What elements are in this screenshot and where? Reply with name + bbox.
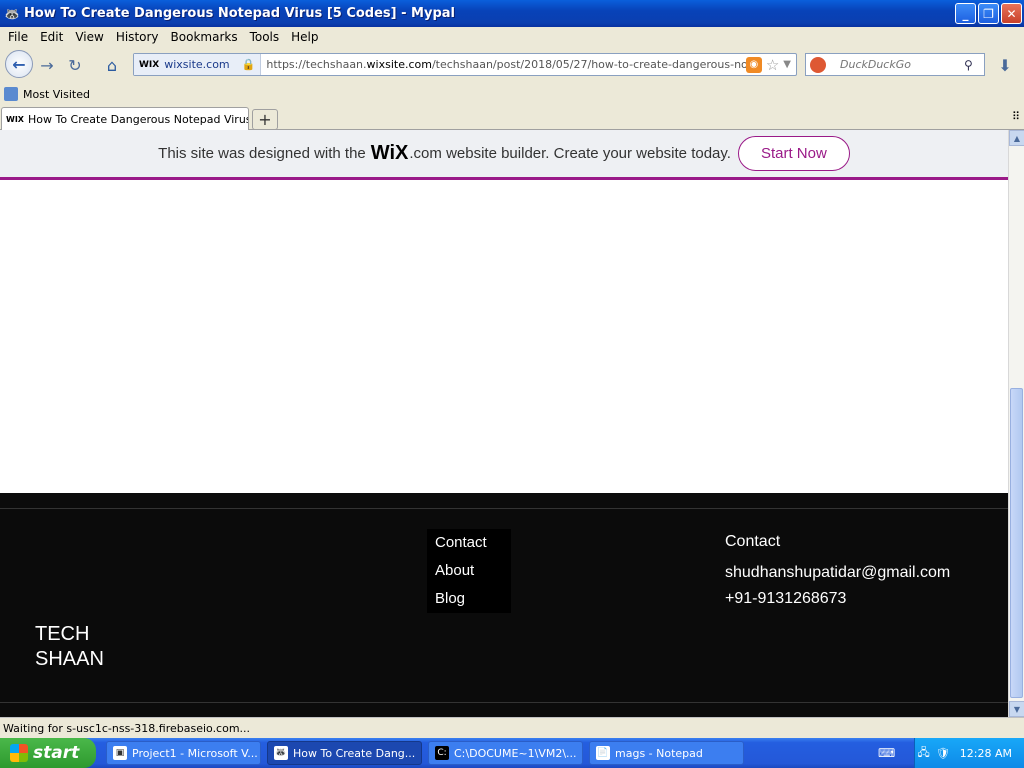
site-footer: Contact About Blog Contact shudhanshupat… — [0, 493, 1008, 717]
wix-banner-text-after: .com website builder. Create your websit… — [409, 145, 731, 162]
search-input[interactable] — [840, 58, 960, 71]
taskbar-item-label: How To Create Dang... — [293, 746, 416, 760]
menu-edit[interactable]: Edit — [40, 30, 63, 44]
rss-feed-icon[interactable]: ◉ — [745, 56, 762, 73]
wix-site-logo: WIX — [139, 59, 160, 70]
most-visited-bookmark[interactable]: Most Visited — [23, 88, 90, 101]
scroll-up-icon[interactable]: ▲ — [1009, 130, 1024, 146]
footer-nav: Contact About Blog — [427, 529, 511, 613]
vb-project-icon: ▣ — [113, 746, 127, 760]
url-dropdown-icon[interactable]: ▼ — [783, 59, 791, 70]
reload-icon[interactable]: ↻ — [62, 52, 88, 78]
footer-phone: +91-9131268673 — [725, 590, 847, 607]
menu-help[interactable]: Help — [291, 30, 318, 44]
status-text: Waiting for s-usc1c-nss-318.firebaseio.c… — [3, 721, 251, 735]
taskbar-item-cmd[interactable]: C: C:\DOCUME~1\VM2\... — [428, 741, 583, 765]
taskbar-item-project1[interactable]: ▣ Project1 - Microsoft V... — [106, 741, 261, 765]
close-button[interactable]: ✕ — [1001, 3, 1022, 24]
mypal-icon: 🦝 — [274, 746, 288, 760]
tab-active[interactable]: WIX How To Create Dangerous Notepad Viru… — [1, 107, 249, 130]
duckduckgo-icon[interactable] — [810, 56, 826, 73]
scroll-down-icon[interactable]: ▼ — [1009, 701, 1024, 717]
url-text[interactable]: https://techshaan.wixsite.com/techshaan/… — [261, 58, 746, 71]
tab-list-icon[interactable]: ⠿ — [1012, 110, 1020, 123]
start-label: start — [33, 743, 80, 763]
site-name: wixsite.com — [164, 58, 230, 71]
url-domain: wixsite.com — [366, 58, 432, 71]
menu-tools[interactable]: Tools — [250, 30, 280, 44]
wix-banner: This site was designed with the WiX .com… — [0, 130, 1008, 180]
footer-brand-line2: SHAAN — [35, 648, 104, 670]
maximize-button[interactable]: ❐ — [978, 3, 999, 24]
security-icon[interactable]: 🛡 — [936, 747, 950, 760]
menu-file[interactable]: File — [8, 30, 28, 44]
keyboard-icon[interactable]: ⌨ — [878, 746, 895, 760]
footer-brand-line1: TECH — [35, 623, 90, 645]
menu-bar: File Edit View History Bookmarks Tools H… — [0, 27, 1024, 46]
window-titlebar: 🦝 How To Create Dangerous Notepad Virus … — [0, 0, 1024, 27]
url-bar[interactable]: WIX wixsite.com 🔒 https://techshaan.wixs… — [133, 53, 797, 76]
lock-icon: 🔒 — [241, 58, 256, 71]
taskbar-item-browser[interactable]: 🦝 How To Create Dang... — [267, 741, 422, 765]
download-arrow-icon[interactable]: ⬇ — [992, 52, 1018, 78]
notepad-icon: 📄 — [596, 746, 610, 760]
menu-history[interactable]: History — [116, 30, 159, 44]
search-bar[interactable]: ⚲ — [805, 53, 985, 76]
taskbar-item-label: C:\DOCUME~1\VM2\... — [454, 746, 577, 760]
menu-view[interactable]: View — [75, 30, 103, 44]
footer-nav-about[interactable]: About — [427, 557, 511, 585]
wix-favicon-icon: WIX — [6, 114, 24, 124]
start-now-button[interactable]: Start Now — [737, 136, 850, 171]
minimize-button[interactable]: _ — [955, 3, 976, 24]
site-identity[interactable]: WIX wixsite.com 🔒 — [134, 54, 262, 75]
tab-label: How To Create Dangerous Notepad Virus [5… — [27, 112, 249, 126]
bookmarks-toolbar: Most Visited — [0, 84, 1024, 104]
taskbar-item-label: Project1 - Microsoft V... — [132, 746, 258, 760]
vertical-scrollbar[interactable]: ▲ ▼ — [1008, 130, 1024, 717]
back-arrow-icon[interactable]: ← — [5, 50, 33, 78]
page-content: This site was designed with the WiX .com… — [0, 130, 1008, 717]
url-prefix: https://techshaan. — [266, 58, 367, 71]
new-tab-button[interactable]: + — [252, 109, 278, 130]
bookmark-star-icon[interactable]: ☆ — [766, 56, 779, 74]
tab-strip: WIX How To Create Dangerous Notepad Viru… — [0, 104, 1024, 130]
menu-bookmarks[interactable]: Bookmarks — [171, 30, 238, 44]
start-button[interactable]: start — [0, 738, 96, 768]
footer-nav-contact[interactable]: Contact — [427, 529, 511, 557]
forward-arrow-icon[interactable]: → — [34, 52, 60, 78]
footer-divider-top — [0, 508, 1008, 509]
system-tray: 🖧 🛡 12:28 AM — [914, 738, 1024, 768]
mypal-app-icon: 🦝 — [4, 6, 20, 21]
scrollbar-thumb[interactable] — [1010, 388, 1023, 698]
taskbar-item-notepad[interactable]: 📄 mags - Notepad — [589, 741, 744, 765]
wix-logo: WiX — [370, 142, 409, 164]
search-magnifier-icon[interactable]: ⚲ — [964, 58, 973, 72]
url-rest: /techshaan/post/2018/05/27/how-to-create… — [431, 58, 746, 71]
taskbar-item-label: mags - Notepad — [615, 746, 703, 760]
windows-flag-icon — [10, 744, 28, 762]
wix-banner-text-before: This site was designed with the — [158, 145, 366, 162]
command-prompt-icon: C: — [435, 746, 449, 760]
footer-email[interactable]: shudhanshupatidar@gmail.com — [725, 564, 950, 582]
clock: 12:28 AM — [959, 746, 1012, 760]
footer-brand[interactable]: TECH SHAAN — [35, 622, 104, 672]
footer-contact-heading: Contact — [725, 533, 781, 550]
window-title: How To Create Dangerous Notepad Virus [5… — [24, 6, 455, 21]
home-icon[interactable]: ⌂ — [99, 52, 125, 78]
most-visited-icon — [4, 87, 18, 101]
footer-divider-bottom — [0, 702, 1008, 703]
footer-nav-blog[interactable]: Blog — [427, 585, 511, 613]
network-icon[interactable]: 🖧 — [918, 744, 930, 763]
status-bar: Waiting for s-usc1c-nss-318.firebaseio.c… — [0, 717, 1024, 738]
taskbar: start ▣ Project1 - Microsoft V... 🦝 How … — [0, 738, 1024, 768]
